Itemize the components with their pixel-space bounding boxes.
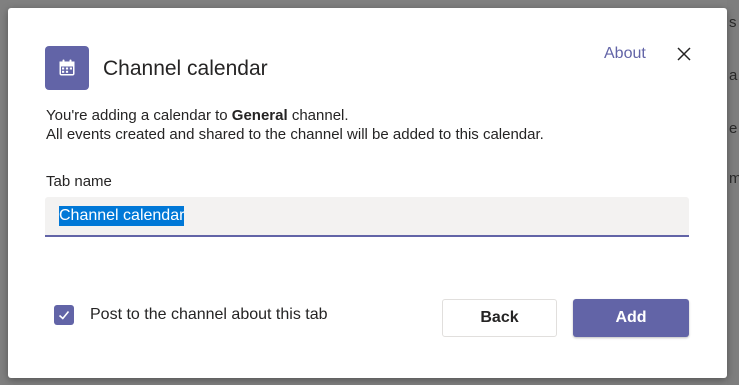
background-text: m	[729, 170, 739, 187]
tab-name-input[interactable]: Channel calendar	[45, 197, 689, 237]
tab-name-label: Tab name	[46, 173, 112, 190]
background-app-content: s a e m	[727, 0, 739, 385]
dialog-description: You're adding a calendar to General chan…	[46, 106, 544, 144]
background-text: a	[729, 67, 738, 84]
close-icon	[677, 47, 691, 61]
calendar-icon	[59, 59, 75, 76]
description-suffix: channel.	[287, 107, 349, 124]
post-to-channel-checkbox[interactable]	[54, 305, 74, 325]
close-button[interactable]	[674, 44, 694, 64]
calendar-app-icon	[45, 46, 89, 90]
description-line-2: All events created and shared to the cha…	[46, 126, 544, 143]
add-button[interactable]: Add	[573, 299, 689, 337]
checkmark-icon	[58, 310, 70, 320]
description-line-1: You're adding a calendar to General chan…	[46, 106, 544, 125]
background-text: s	[729, 14, 737, 31]
back-button[interactable]: Back	[442, 299, 557, 337]
background-text: e	[729, 120, 738, 137]
channel-name: General	[231, 107, 288, 124]
description-prefix: You're adding a calendar to	[46, 107, 232, 124]
post-to-channel-label[interactable]: Post to the channel about this tab	[90, 306, 328, 324]
about-link[interactable]: About	[604, 45, 646, 63]
tab-name-value: Channel calendar	[59, 206, 185, 226]
channel-calendar-dialog: Channel calendar About You're adding a c…	[8, 8, 727, 378]
dialog-title: Channel calendar	[103, 57, 268, 80]
